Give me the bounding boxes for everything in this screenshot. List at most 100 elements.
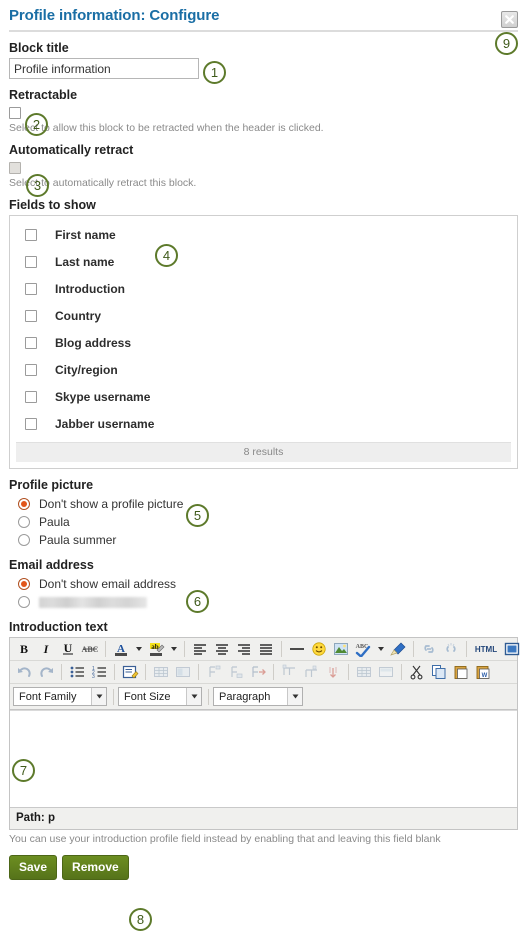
field-row[interactable]: City/region [10,356,517,383]
paragraph-select[interactable]: Paragraph [213,687,303,706]
insert-table-icon[interactable] [150,662,172,682]
field-row[interactable]: Introduction [10,275,517,302]
toolbar-separator [61,664,62,680]
numbered-list-icon[interactable]: 123 [88,662,110,682]
field-row[interactable]: Last name [10,248,517,275]
toolbar-separator [113,688,114,705]
email-address-label: Email address [9,558,94,572]
annotation-badge-6: 6 [186,590,209,613]
results-count: 8 results [16,442,511,462]
clear-formatting-icon[interactable] [387,639,409,659]
font-family-select[interactable]: Font Family [13,687,107,706]
bullet-list-icon[interactable] [66,662,88,682]
radio-option[interactable]: Paula [9,513,518,531]
auto-retract-checkbox[interactable] [9,161,21,174]
radio-option[interactable]: Don't show a profile picture [9,495,518,513]
field-checkbox[interactable] [25,390,37,403]
underline-icon[interactable]: U [57,639,79,659]
close-icon[interactable] [501,11,518,28]
copy-icon[interactable] [428,662,450,682]
undo-icon[interactable] [13,662,35,682]
fields-list: First name Last name Introduction Country Bl… [10,216,517,440]
radio-option[interactable]: Paula summer [9,531,518,549]
split-cell-icon[interactable] [375,662,397,682]
title-divider [9,30,518,32]
align-left-icon[interactable] [189,639,211,659]
paste-icon[interactable] [450,662,472,682]
text-color-icon[interactable]: A [110,639,132,659]
align-center-icon[interactable] [211,639,233,659]
field-row[interactable]: Blog address [10,329,517,356]
bold-icon[interactable]: B [13,639,35,659]
align-justify-icon[interactable] [255,639,277,659]
edit-template-icon[interactable] [119,662,141,682]
retractable-checkbox[interactable] [9,106,21,119]
field-checkbox[interactable] [25,282,37,295]
paste-word-icon[interactable]: W [472,662,494,682]
insert-image-icon[interactable] [330,639,352,659]
radio-label: Don't show email address [39,577,177,591]
merge-cells-icon[interactable] [353,662,375,682]
introduction-text-label: Introduction text [9,620,108,634]
radio-option[interactable] [9,593,518,611]
insert-row-before-icon[interactable] [225,662,247,682]
insert-link-icon[interactable] [418,639,440,659]
field-checkbox[interactable] [25,363,37,376]
radio-option[interactable]: Don't show email address [9,575,518,593]
font-family-value: Font Family [19,690,77,703]
field-checkbox[interactable] [25,309,37,322]
html-source-icon[interactable]: HTML [471,639,501,659]
fullscreen-icon[interactable] [501,639,523,659]
retractable-label: Retractable [9,88,78,102]
block-title-input[interactable] [9,58,199,79]
paragraph-value: Paragraph [219,690,271,703]
field-row[interactable]: Skype username [10,383,517,410]
remove-button[interactable]: Remove [62,855,129,880]
horizontal-rule-icon[interactable] [286,639,308,659]
editor-content-area[interactable] [10,710,517,807]
background-color-dropdown-icon[interactable] [167,639,180,659]
field-checkbox[interactable] [25,255,37,268]
rich-text-editor: B I U ABC A ab ABC HTML 1 2 3 W Font Fam… [9,637,520,830]
cut-icon[interactable] [406,662,428,682]
field-checkbox[interactable] [25,417,37,430]
spellcheck-dropdown-icon[interactable] [374,639,387,659]
redo-icon[interactable] [35,662,57,682]
toolbar-separator [401,664,402,680]
row-properties-icon[interactable] [203,662,225,682]
italic-icon[interactable]: I [35,639,57,659]
profile-picture-radio-group: Don't show a profile picture Paula Paula s… [9,495,518,549]
field-row[interactable]: First name [10,221,517,248]
field-checkbox[interactable] [25,336,37,349]
chevron-down-icon [186,688,201,705]
strikethrough-icon[interactable]: ABC [79,639,101,659]
chevron-down-icon [287,688,302,705]
save-button[interactable]: Save [9,855,58,880]
toolbar-separator [105,641,106,657]
align-right-icon[interactable] [233,639,255,659]
text-color-dropdown-icon[interactable] [132,639,145,659]
spellcheck-icon[interactable]: ABC [352,639,374,659]
field-row[interactable]: Country [10,302,517,329]
insert-column-after-icon[interactable] [300,662,322,682]
radio-button[interactable] [18,516,30,528]
radio-button[interactable] [18,534,30,546]
toolbar-separator [348,664,349,680]
insert-row-after-icon[interactable] [247,662,269,682]
font-size-select[interactable]: Font Size [118,687,202,706]
radio-button[interactable] [18,596,30,608]
radio-button[interactable] [18,498,30,510]
insert-column-before-icon[interactable] [278,662,300,682]
radio-label: Don't show a profile picture [39,497,184,511]
field-row[interactable]: Jabber username [10,410,517,437]
chevron-down-icon [91,688,106,705]
radio-button[interactable] [18,578,30,590]
annotation-badge-1: 1 [203,61,226,84]
svg-text:HTML: HTML [475,645,497,654]
table-properties-icon[interactable] [172,662,194,682]
emoticon-icon[interactable] [308,639,330,659]
background-color-icon[interactable]: ab [145,639,167,659]
unlink-icon[interactable] [440,639,462,659]
field-checkbox[interactable] [25,228,37,241]
delete-column-icon[interactable] [322,662,344,682]
